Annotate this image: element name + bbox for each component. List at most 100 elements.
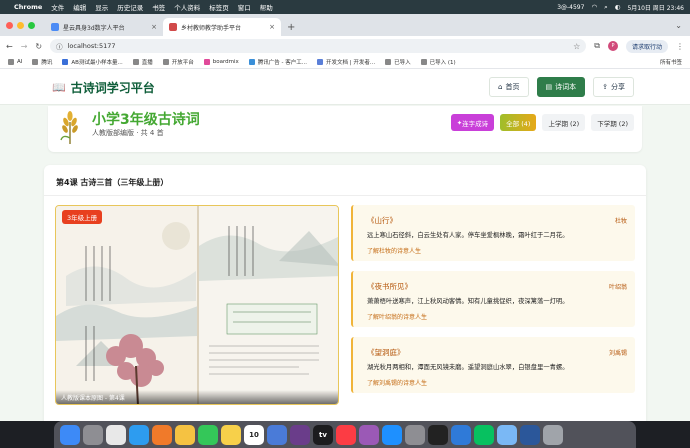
vscode-icon[interactable] [451,424,471,445]
window-controls [6,14,35,36]
resume-button[interactable]: 请求取行动 [625,39,668,53]
search-icon[interactable]: ⌕ [604,3,608,12]
music-icon[interactable] [336,424,356,445]
poet-link[interactable]: 了解杜牧的诗意人生 [367,246,421,255]
calendar-icon[interactable]: 10 [244,424,264,445]
settings-icon[interactable] [405,424,425,445]
browser-tab-1[interactable]: 星云具身3d数字人平台 × [45,18,163,36]
more-menu-icon[interactable]: ⋮ [676,42,684,51]
grade-badge: 3年级上册 [62,210,103,224]
folder-icon [420,59,427,65]
bookmark-item[interactable]: 直播 [132,58,153,66]
back-icon[interactable]: ← [6,42,13,51]
menu-view[interactable]: 显示 [95,2,108,12]
menu-profile[interactable]: 个人资料 [174,2,200,12]
wifi-icon[interactable]: ◠ [591,3,597,11]
grade-title: 小学3年级古诗词 [92,112,200,128]
menu-edit[interactable]: 编辑 [73,2,86,12]
lianzi-button[interactable]: ✦ 连字成诗 [450,114,495,131]
bookmark-item[interactable]: 腾讯广告 - 客户工... [248,58,307,66]
poet-link[interactable]: 了解刘禹锡的诗意人生 [367,378,427,387]
preview-icon[interactable] [497,424,517,445]
podcasts-icon[interactable] [359,424,379,445]
poem-card[interactable]: 《夜书所见》 叶绍翁 萧萧梧叶送寒声，江上秋风动客情。知有儿童挑促织，夜深篱落一… [351,271,635,327]
bookmark-star-icon[interactable]: ☆ [573,42,580,51]
tab-label: 星云具身3d数字人平台 [63,24,125,32]
book-icon: 📖 [52,81,66,94]
menu-tabs[interactable]: 标签页 [209,2,229,12]
launchpad-icon[interactable] [83,424,103,445]
safari-icon[interactable] [129,424,149,445]
site-title[interactable]: 📖 古诗词学习平台 [52,79,155,96]
address-bar[interactable]: ⓘ localhost:5177 ☆ [50,39,587,53]
site-info-icon[interactable]: ⓘ [56,41,63,51]
landscape-painting [199,226,338,375]
word-icon[interactable] [520,424,540,445]
slack-icon[interactable] [290,424,310,445]
site-nav: ⌂ 首页 ▤ 诗词本 ⇪ 分享 [489,77,634,97]
menu-help[interactable]: 帮助 [260,2,273,12]
poet-link[interactable]: 了解叶绍翁的诗意人生 [367,312,427,321]
messages-icon[interactable] [198,424,218,445]
all-bookmarks[interactable]: 所有书签 [660,58,682,66]
menu-window[interactable]: 窗口 [238,2,251,12]
extensions-icon[interactable]: ⧉ [594,41,600,51]
filter-second-term-button[interactable]: 下学期 (2) [591,114,634,131]
trash-icon[interactable] [543,424,563,445]
poem-title[interactable]: 《夜书所见》 [367,281,412,292]
menu-app-name[interactable]: Chrome [14,3,42,11]
folder-icon [132,59,139,65]
filter-all-button[interactable]: 全部 (4) [500,114,537,131]
minimize-window-icon[interactable] [17,21,24,29]
close-tab-icon[interactable]: × [151,23,157,31]
poem-author: 刘禹锡 [608,350,627,357]
chrome-icon[interactable] [106,424,126,445]
menu-clock[interactable]: 5月10日 周日 23:46 [627,3,684,12]
menu-history[interactable]: 历史记录 [117,2,143,12]
bookmark-favicon-icon [203,59,210,65]
nav-home-button[interactable]: ⌂ 首页 [489,77,529,97]
terminal-icon[interactable] [428,424,448,445]
textbook-image[interactable]: 3年级上册 人教版课本原图 - 第4课 [55,205,339,405]
nav-poems-button[interactable]: ▤ 诗词本 [536,77,586,97]
bookmark-item[interactable]: 已导入 (1) [420,58,456,66]
photos-icon[interactable] [175,424,195,445]
poem-card[interactable]: 《山行》 杜牧 远上寒山石径斜，白云生处有人家。停车坐爱枫林晚，霜叶红于二月花。… [351,205,635,261]
appstore-icon[interactable] [382,424,402,445]
firefox-icon[interactable] [152,424,172,445]
menu-bookmarks[interactable]: 书签 [152,2,165,12]
control-center-icon[interactable]: ◐ [615,3,621,11]
browser-tab-2[interactable]: 乡村教师教学助手平台 × [163,18,281,36]
profile-avatar[interactable]: P [607,41,618,51]
bookmark-item[interactable]: 开发文档 | 开发者... [316,58,375,66]
bookmark-item[interactable]: 腾讯 [32,58,52,66]
maximize-window-icon[interactable] [28,21,35,29]
nav-share-button[interactable]: ⇪ 分享 [593,77,634,97]
poem-title[interactable]: 《望洞庭》 [367,347,405,358]
share-icon: ⇪ [602,83,608,91]
tab-search-icon[interactable]: ⌄ [675,14,682,36]
bookmark-item[interactable]: AB测试最小样本量... [62,58,123,66]
close-window-icon[interactable] [6,21,13,29]
web-page: 📖 古诗词学习平台 ⌂ 首页 ▤ 诗词本 ⇪ 分享 小学3年级古诗词 人教版部编版 ·… [0,69,690,421]
status-indicator[interactable]: 3@-4597 [557,4,584,11]
notes-icon[interactable] [221,424,241,445]
poem-card[interactable]: 《望洞庭》 刘禹锡 湖光秋月两相和，潭面无风镜未磨。遥望洞庭山水翠，白银盘里一青… [351,337,635,393]
url-text[interactable]: localhost:5177 [68,42,116,50]
filter-first-term-button[interactable]: 上学期 (2) [542,114,586,131]
close-tab-icon[interactable]: × [269,23,275,31]
bookmark-item[interactable]: boardmix [203,59,239,65]
finder-icon[interactable] [60,424,80,445]
tv-icon[interactable]: tv [313,424,333,445]
bookmark-item[interactable]: 开放平台 [162,58,194,66]
reload-icon[interactable]: ↻ [35,42,42,51]
filter-group: ✦ 连字成诗 全部 (4) 上学期 (2) 下学期 (2) [450,114,634,131]
bookmark-item[interactable]: 已导入 [385,58,411,66]
forward-icon[interactable]: → [21,42,28,51]
new-tab-icon[interactable]: + [287,18,295,36]
bookmark-item[interactable]: AI [8,59,22,65]
wechat-icon[interactable] [474,424,494,445]
files-icon[interactable] [267,424,287,445]
poem-title[interactable]: 《山行》 [367,215,397,226]
menu-file[interactable]: 文件 [51,2,64,12]
